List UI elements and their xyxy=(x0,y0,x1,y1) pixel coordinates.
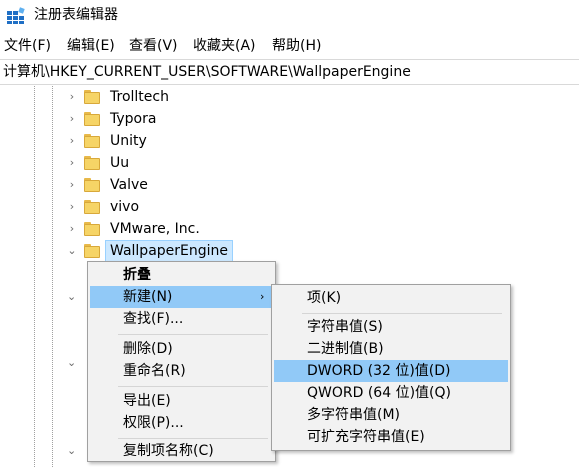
menu-bar: 文件(F) 编辑(E) 查看(V) 收藏夹(A) 帮助(H) xyxy=(0,36,579,58)
folder-icon xyxy=(84,134,100,148)
chevron-down-icon[interactable]: ⌄ xyxy=(66,244,78,258)
menu-item-label: 字符串值(S) xyxy=(307,319,383,335)
menu-edit[interactable]: 编辑(E) xyxy=(67,36,115,56)
submenu-item-binary-value[interactable]: 二进制值(B) xyxy=(274,338,508,360)
address-bar[interactable]: 计算机\HKEY_CURRENT_USER\SOFTWARE\Wallpaper… xyxy=(0,59,579,85)
folder-icon xyxy=(84,156,100,170)
tree-item[interactable]: › VMware, Inc. xyxy=(0,218,579,240)
submenu-item-qword-value[interactable]: QWORD (64 位)值(Q) xyxy=(274,382,508,404)
menu-item-label: 折叠 xyxy=(123,267,151,283)
menu-item-label: 重命名(R) xyxy=(123,363,186,379)
context-menu: 折叠 新建(N) › 查找(F)... 删除(D) 重命名(R) 导出(E) 权… xyxy=(87,261,276,462)
submenu-item-string-value[interactable]: 字符串值(S) xyxy=(274,316,508,338)
menu-separator xyxy=(302,313,502,314)
tree-item[interactable]: › Typora xyxy=(0,108,579,130)
tree-item-label[interactable]: vivo xyxy=(108,197,141,217)
chevron-down-icon[interactable]: ⌄ xyxy=(67,356,76,370)
menu-item-permissions[interactable]: 权限(P)... xyxy=(90,412,273,434)
menu-item-label: 查找(F)... xyxy=(123,311,184,327)
tree-item-label[interactable]: Unity xyxy=(108,131,149,151)
menu-item-label: 二进制值(B) xyxy=(307,341,384,357)
chevron-right-icon[interactable]: › xyxy=(66,200,78,214)
chevron-right-icon[interactable]: › xyxy=(66,178,78,192)
tree-item-label[interactable]: Typora xyxy=(108,109,158,129)
chevron-right-icon[interactable]: › xyxy=(66,112,78,126)
menu-item-label: 复制项名称(C) xyxy=(123,443,214,459)
menu-item-label: 权限(P)... xyxy=(123,415,184,431)
menu-file[interactable]: 文件(F) xyxy=(4,36,51,56)
menu-view[interactable]: 查看(V) xyxy=(129,36,178,56)
submenu-item-expandable-string-value[interactable]: 可扩充字符串值(E) xyxy=(274,426,508,448)
chevron-right-icon[interactable]: › xyxy=(66,134,78,148)
folder-icon xyxy=(84,178,100,192)
menu-item-label: 导出(E) xyxy=(123,393,171,409)
chevron-right-icon[interactable]: › xyxy=(66,156,78,170)
menu-item-label: QWORD (64 位)值(Q) xyxy=(307,385,451,401)
tree-item[interactable]: › Valve xyxy=(0,174,579,196)
submenu-item-dword-value[interactable]: DWORD (32 位)值(D) xyxy=(274,360,508,382)
menu-item-copy-key-name[interactable]: 复制项名称(C) xyxy=(90,440,273,462)
tree-item-selected[interactable]: ⌄ WallpaperEngine xyxy=(0,240,579,262)
tree-item-label[interactable]: Trolltech xyxy=(108,87,171,107)
menu-item-find[interactable]: 查找(F)... xyxy=(90,308,273,330)
menu-item-export[interactable]: 导出(E) xyxy=(90,390,273,412)
tree-item[interactable]: › vivo xyxy=(0,196,579,218)
menu-item-label: 删除(D) xyxy=(123,341,173,357)
chevron-right-icon: › xyxy=(260,290,265,303)
menu-help[interactable]: 帮助(H) xyxy=(272,36,321,56)
folder-icon xyxy=(84,112,100,126)
menu-item-label: 多字符串值(M) xyxy=(307,407,401,423)
window-title: 注册表编辑器 xyxy=(34,7,118,23)
folder-icon xyxy=(84,90,100,104)
tree-item-label[interactable]: VMware, Inc. xyxy=(108,219,202,239)
folder-icon xyxy=(84,244,100,258)
new-submenu: 项(K) 字符串值(S) 二进制值(B) DWORD (32 位)值(D) QW… xyxy=(271,284,511,451)
menu-favorites[interactable]: 收藏夹(A) xyxy=(193,36,256,56)
chevron-right-icon[interactable]: › xyxy=(66,90,78,104)
menu-item-rename[interactable]: 重命名(R) xyxy=(90,360,273,382)
title-bar: 注册表编辑器 xyxy=(0,0,579,30)
address-path[interactable]: 计算机\HKEY_CURRENT_USER\SOFTWARE\Wallpaper… xyxy=(3,62,411,82)
chevron-down-icon[interactable]: ⌄ xyxy=(67,290,76,304)
chevron-right-icon[interactable]: › xyxy=(66,222,78,236)
menu-item-delete[interactable]: 删除(D) xyxy=(90,338,273,360)
tree-item-label[interactable]: Uu xyxy=(108,153,131,173)
menu-item-label: 新建(N) xyxy=(123,289,173,305)
regedit-icon xyxy=(7,7,25,24)
tree-item[interactable]: › Trolltech xyxy=(0,86,579,108)
menu-item-new[interactable]: 新建(N) › xyxy=(90,286,273,308)
folder-icon xyxy=(84,222,100,236)
menu-item-label: 可扩充字符串值(E) xyxy=(307,429,425,445)
menu-item-label: 项(K) xyxy=(307,290,342,306)
tree-item[interactable]: › Uu xyxy=(0,152,579,174)
menu-item-label: DWORD (32 位)值(D) xyxy=(307,363,451,379)
submenu-item-key[interactable]: 项(K) xyxy=(274,287,508,309)
menu-separator xyxy=(118,386,268,387)
tree-item-label[interactable]: WallpaperEngine xyxy=(105,240,234,262)
menu-item-collapse[interactable]: 折叠 xyxy=(90,264,273,286)
menu-separator xyxy=(118,334,268,335)
submenu-item-multi-string-value[interactable]: 多字符串值(M) xyxy=(274,404,508,426)
tree-item[interactable]: › Unity xyxy=(0,130,579,152)
chevron-down-icon[interactable]: ⌄ xyxy=(67,444,76,458)
folder-icon xyxy=(84,200,100,214)
menu-separator xyxy=(118,438,268,439)
tree-item-label[interactable]: Valve xyxy=(108,175,150,195)
